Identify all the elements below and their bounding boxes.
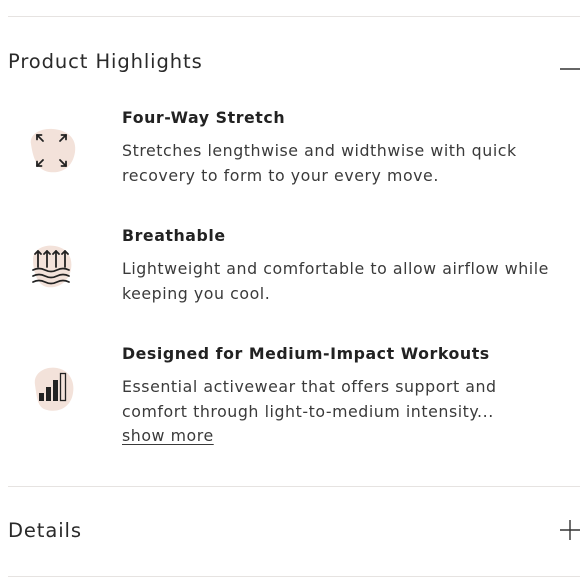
minus-icon[interactable] [556, 50, 580, 74]
highlight-title: Four-Way Stretch [122, 108, 286, 127]
description-line: Lightweight and comfortable to allow air… [122, 259, 549, 278]
description-line: Essential activewear that offers support… [122, 377, 497, 396]
highlight-description: Essential activewear that offers support… [122, 375, 572, 449]
details-divider [8, 486, 580, 487]
highlight-description: Stretches lengthwise and widthwise with … [122, 139, 572, 188]
description-line: keeping you cool. [122, 283, 271, 303]
highlight-title: Designed for Medium-Impact Workouts [122, 344, 490, 363]
description-line: comfort through light-to-medium intensit… [122, 401, 494, 421]
details-title: Details [8, 519, 82, 542]
product-highlights-title: Product Highlights [8, 50, 203, 73]
details-header[interactable]: Details [8, 511, 580, 551]
highlight-four-way-stretch: Four-Way Stretch Stretches lengthwise an… [122, 107, 572, 188]
product-highlights-header[interactable]: Product Highlights [8, 42, 580, 82]
highlight-title: Breathable [122, 226, 226, 245]
intensity-bars-icon [25, 363, 79, 417]
top-divider [8, 16, 580, 17]
highlight-description: Lightweight and comfortable to allow air… [122, 257, 572, 306]
description-line: recovery to form to your every move. [122, 165, 439, 185]
description-line: Stretches lengthwise and widthwise with … [122, 141, 517, 160]
bottom-divider [8, 576, 580, 577]
airflow-icon [25, 241, 79, 295]
plus-icon[interactable] [556, 519, 580, 543]
highlight-medium-impact: Designed for Medium-Impact Workouts Esse… [122, 343, 572, 449]
show-more-link[interactable]: show more [122, 424, 214, 449]
highlight-breathable: Breathable Lightweight and comfortable t… [122, 225, 572, 306]
four-way-arrows-icon [25, 124, 79, 178]
